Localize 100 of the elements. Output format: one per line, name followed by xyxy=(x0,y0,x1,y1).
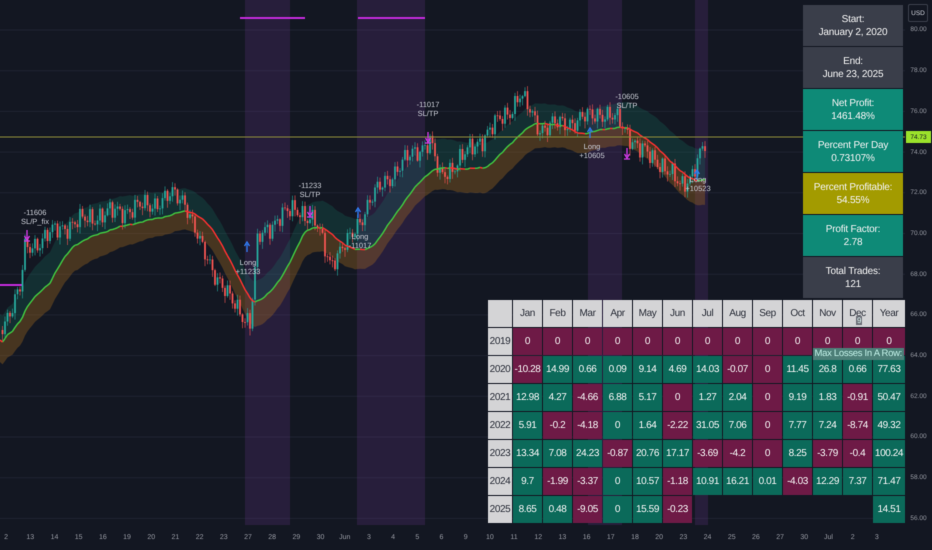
column-header: Sep xyxy=(753,300,782,327)
table-cell: 8.65 xyxy=(513,496,542,523)
table-cell: 0 xyxy=(663,328,692,355)
table-cell: 14.99 xyxy=(543,356,572,383)
table-cell: 12.98 xyxy=(513,384,542,411)
table-cell: 31.05 xyxy=(693,412,722,439)
table-cell: 0 xyxy=(543,328,572,355)
stat-label: Percent Profitable: xyxy=(814,180,892,194)
stat-value: 0.73107% xyxy=(831,152,875,164)
table-cell: 7.08 xyxy=(543,440,572,467)
table-cell: 0 xyxy=(723,328,752,355)
stat-value: 54.55% xyxy=(836,194,870,206)
table-cell: 0 xyxy=(573,328,602,355)
column-header: Year xyxy=(873,300,905,327)
row-header: 2024 xyxy=(488,468,512,495)
table-cell: 13.34 xyxy=(513,440,542,467)
table-cell: 50.47 xyxy=(873,384,905,411)
table-cell: 14.51 xyxy=(873,496,905,523)
table-cell: -10.28 xyxy=(513,356,542,383)
table-cell: 9.14 xyxy=(633,356,662,383)
marker-line xyxy=(240,17,305,19)
column-header: Apr xyxy=(603,300,632,327)
table-cell: 100.24 xyxy=(873,440,905,467)
table-cell: 2.04 xyxy=(723,384,752,411)
up-arrow-icon xyxy=(354,206,362,219)
table-cell: 0 xyxy=(753,440,782,467)
table-cell: 0 xyxy=(693,328,722,355)
column-header: Feb xyxy=(543,300,572,327)
up-arrow-icon xyxy=(244,240,250,253)
table-cell: -4.66 xyxy=(573,384,602,411)
table-cell: 0 xyxy=(783,328,812,355)
table-cell: -9.05 xyxy=(573,496,602,523)
table-cell: -0.23 xyxy=(663,496,692,523)
stat-value: 2.78 xyxy=(844,236,862,248)
table-cell: 4.27 xyxy=(543,384,572,411)
table-cell: 49.32 xyxy=(873,412,905,439)
table-cell: 0 xyxy=(753,384,782,411)
table-cell: -0.07 xyxy=(723,356,752,383)
stat-value: January 2, 2020 xyxy=(818,26,888,38)
stat-value: 1461.48% xyxy=(831,110,875,122)
row-header: 2019 xyxy=(488,328,512,355)
stat-label: Start: xyxy=(842,12,864,26)
table-cell: 7.06 xyxy=(723,412,752,439)
table-cell: 4.69 xyxy=(663,356,692,383)
table-cell: -8.74 xyxy=(843,412,872,439)
table-cell: 0.01 xyxy=(753,468,782,495)
row-header: 2021 xyxy=(488,384,512,411)
column-header: May xyxy=(633,300,662,327)
stat-label: Percent Per Day xyxy=(818,138,888,152)
marker-line xyxy=(0,284,22,286)
table-cell: 9.19 xyxy=(783,384,812,411)
down-arrow-icon xyxy=(424,131,432,144)
down-arrow-icon xyxy=(306,205,314,218)
stat-label: Total Trades: xyxy=(826,264,880,278)
table-cell: 0 xyxy=(633,328,662,355)
table-cell: -4.03 xyxy=(783,468,812,495)
table-cell: 5.91 xyxy=(513,412,542,439)
column-header: Jul xyxy=(693,300,722,327)
table-cell: -3.37 xyxy=(573,468,602,495)
table-cell: -0.2 xyxy=(543,412,572,439)
table-cell: 1.64 xyxy=(633,412,662,439)
stat-label: Max Losses In A Row: xyxy=(812,348,904,360)
row-header: 2020 xyxy=(488,356,512,383)
table-cell: 0.09 xyxy=(603,356,632,383)
table-cell: 7.24 xyxy=(813,412,842,439)
table-cell: -0.4 xyxy=(843,440,872,467)
table-cell: 8.25 xyxy=(783,440,812,467)
stat-value: 9 xyxy=(856,316,862,325)
row-header: 2025 xyxy=(488,496,512,523)
table-cell: -2.22 xyxy=(663,412,692,439)
table-cell: 7.37 xyxy=(843,468,872,495)
column-header: Aug xyxy=(723,300,752,327)
table-cell: 15.59 xyxy=(633,496,662,523)
table-cell: -4.18 xyxy=(573,412,602,439)
table-cell: 11.45 xyxy=(783,356,812,383)
table-cell: -0.87 xyxy=(603,440,632,467)
column-header: Oct xyxy=(783,300,812,327)
header-cell xyxy=(488,300,512,327)
table-cell: 0 xyxy=(603,468,632,495)
table-cell: 0 xyxy=(753,412,782,439)
stat-label: End: xyxy=(843,54,863,68)
table-cell: 16.21 xyxy=(723,468,752,495)
column-header: Mar xyxy=(573,300,602,327)
down-arrow-icon xyxy=(623,147,631,160)
column-header: Jun xyxy=(663,300,692,327)
table-cell: 14.03 xyxy=(693,356,722,383)
table-cell: 24.23 xyxy=(573,440,602,467)
down-arrow-icon xyxy=(23,229,31,242)
stat-label: Profit Factor: xyxy=(826,222,880,236)
table-cell: 1.27 xyxy=(693,384,722,411)
table-cell: 20.76 xyxy=(633,440,662,467)
table-cell: 71.47 xyxy=(873,468,905,495)
row-header: 2023 xyxy=(488,440,512,467)
table-cell: 0 xyxy=(513,328,542,355)
table-cell: 0 xyxy=(603,412,632,439)
table-cell: -3.79 xyxy=(813,440,842,467)
row-header: 2022 xyxy=(488,412,512,439)
table-cell: 5.17 xyxy=(633,384,662,411)
stat-value: 121 xyxy=(844,278,862,290)
table-cell: 9.7 xyxy=(513,468,542,495)
